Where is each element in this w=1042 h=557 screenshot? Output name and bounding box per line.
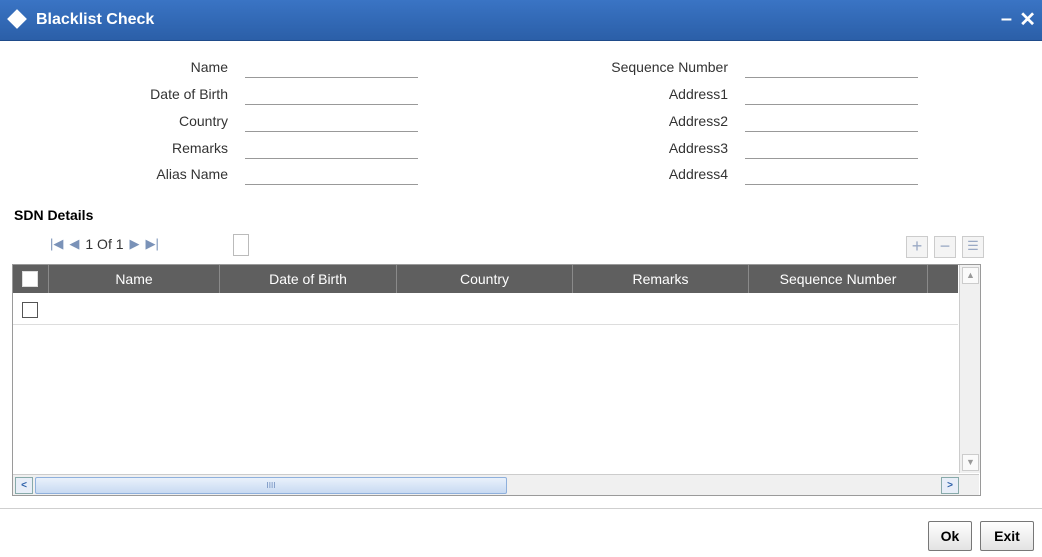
select-all-cell <box>13 265 49 293</box>
address2-label: Address2 <box>668 113 728 129</box>
dob-label: Date of Birth <box>150 86 228 102</box>
address1-field-line <box>745 84 922 106</box>
address3-field-row: Address3 <box>500 138 922 160</box>
address4-field-row: Address4 <box>500 164 922 186</box>
title-bar: Blacklist Check – ✕ <box>0 0 1042 41</box>
country-label: Country <box>178 113 228 129</box>
minimize-icon[interactable]: – <box>1001 8 1012 31</box>
add-row-icon[interactable]: + <box>906 236 928 258</box>
horizontal-scrollbar[interactable]: < IIII > <box>13 474 979 495</box>
alias-name-input[interactable] <box>245 164 422 186</box>
country-input[interactable] <box>245 111 422 133</box>
name-input[interactable] <box>245 57 422 79</box>
scroll-up-icon[interactable]: ▲ <box>962 267 979 284</box>
select-all-checkbox[interactable] <box>22 271 38 287</box>
name-field-row: Name <box>0 57 422 79</box>
address4-field-line <box>745 164 922 186</box>
scroll-right-icon[interactable]: > <box>941 477 959 494</box>
window-title: Blacklist Check <box>36 11 155 28</box>
scroll-down-icon[interactable]: ▼ <box>962 454 979 471</box>
dob-field-row: Date of Birth <box>0 84 422 106</box>
pager: |◀ ◀ 1 Of 1 ▶ ▶| <box>50 233 159 255</box>
sdn-grid: Name Date of Birth Country Remarks Seque… <box>12 264 981 496</box>
alias-field-row: Alias Name <box>0 164 422 186</box>
vertical-scrollbar[interactable]: ▲ ▼ <box>959 265 980 473</box>
close-icon[interactable]: ✕ <box>1019 7 1036 32</box>
address1-label: Address1 <box>668 86 728 102</box>
address2-field-line <box>745 111 922 133</box>
address1-input[interactable] <box>745 84 922 106</box>
col-name[interactable]: Name <box>49 265 220 293</box>
grid-header: Name Date of Birth Country Remarks Seque… <box>13 265 958 293</box>
sequence-field-row: Sequence Number <box>500 57 922 79</box>
dob-input[interactable] <box>245 84 422 106</box>
window-diamond-icon <box>7 9 27 29</box>
last-page-icon[interactable]: ▶| <box>146 236 159 252</box>
name-field-line <box>245 57 422 79</box>
prev-page-icon[interactable]: ◀ <box>69 236 79 252</box>
remarks-label: Remarks <box>171 140 228 156</box>
next-page-icon[interactable]: ▶ <box>130 236 140 252</box>
first-page-icon[interactable]: |◀ <box>50 236 63 252</box>
page-indicator: 1 Of 1 <box>85 236 124 252</box>
horizontal-scroll-thumb[interactable]: IIII <box>35 477 507 494</box>
table-row[interactable] <box>13 294 958 325</box>
sequence-number-input[interactable] <box>745 57 922 79</box>
remarks-input[interactable] <box>245 138 422 160</box>
address3-label: Address3 <box>668 140 728 156</box>
sequence-number-label: Sequence Number <box>611 59 728 75</box>
single-view-icon[interactable]: ☰ <box>962 236 984 258</box>
address1-field-row: Address1 <box>500 84 922 106</box>
row-checkbox[interactable] <box>22 302 38 318</box>
sequence-field-line <box>745 57 922 79</box>
col-remarks[interactable]: Remarks <box>573 265 749 293</box>
delete-row-icon[interactable]: − <box>934 236 956 258</box>
remarks-field-row: Remarks <box>0 138 422 160</box>
ok-button[interactable]: Ok <box>928 521 972 551</box>
country-field-line <box>245 111 422 133</box>
address4-input[interactable] <box>745 164 922 186</box>
col-date-of-birth[interactable]: Date of Birth <box>220 265 397 293</box>
footer-divider <box>0 508 1042 509</box>
remarks-field-line <box>245 138 422 160</box>
name-label: Name <box>190 59 228 75</box>
address3-field-line <box>745 138 922 160</box>
country-field-row: Country <box>0 111 422 133</box>
col-country[interactable]: Country <box>397 265 573 293</box>
sdn-details-heading: SDN Details <box>14 207 94 223</box>
page-jump-input[interactable] <box>233 234 249 256</box>
col-sequence-number[interactable]: Sequence Number <box>749 265 928 293</box>
address2-input[interactable] <box>745 111 922 133</box>
alias-name-label: Alias Name <box>156 166 228 182</box>
address3-input[interactable] <box>745 138 922 160</box>
exit-button[interactable]: Exit <box>980 521 1034 551</box>
address2-field-row: Address2 <box>500 111 922 133</box>
dob-field-line <box>245 84 422 106</box>
alias-field-line <box>245 164 422 186</box>
address4-label: Address4 <box>668 166 728 182</box>
scroll-left-icon[interactable]: < <box>15 477 33 494</box>
